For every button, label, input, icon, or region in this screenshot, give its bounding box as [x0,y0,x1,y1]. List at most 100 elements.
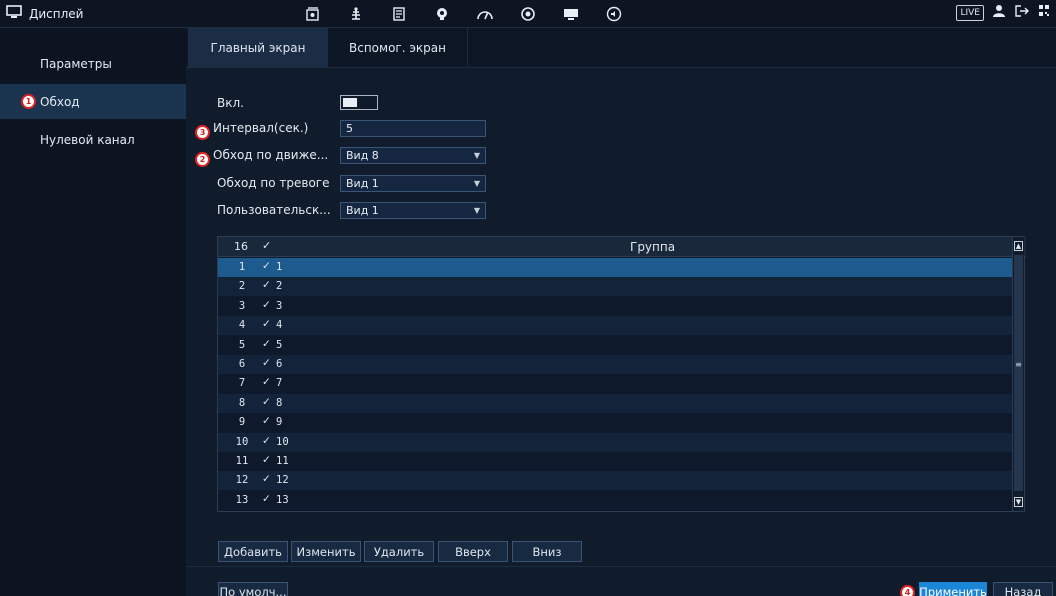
custom-select[interactable]: Вид 1 ▼ [340,202,486,219]
interval-input[interactable]: 5 [340,120,486,137]
motion-select[interactable]: Вид 8 ▼ [340,147,486,164]
sidebar-item-zero-channel[interactable]: Нулевой канал [0,122,186,157]
main-panel: Главный экран Вспомог. экран Вкл. 3 Интер… [186,28,1056,596]
window-title: Дисплей [6,5,83,22]
row-checkbox[interactable]: ✓ [262,279,271,291]
delete-button[interactable]: Удалить [364,541,434,562]
sidebar-item-parameters[interactable]: Параметры [0,46,186,81]
logout-icon[interactable] [1014,4,1030,21]
row-number: 8 [238,396,246,409]
scroll-thumb[interactable] [1014,255,1023,491]
top-right-tools: LIVE [956,4,1050,21]
chevron-down-icon: ▼ [473,206,480,215]
row-number: 1 [238,261,246,273]
camera-icon[interactable] [303,4,323,24]
row-channel: 3 [276,299,283,312]
performance-icon[interactable] [475,4,495,24]
move-up-button[interactable]: Вверх [438,541,508,562]
motion-row-label: 2 Обход по движе... [195,148,328,167]
alarm-select-value: Вид 1 [346,177,379,190]
table-row[interactable]: 13 ✓ 13 [218,491,1014,510]
system-icon[interactable] [432,4,452,24]
apply-button[interactable]: Применить [919,582,987,596]
tab-main-screen[interactable]: Главный экран [188,28,328,68]
scroll-up-icon[interactable]: ▲ [1014,241,1023,251]
scroll-grip-icon: ≡ [1015,360,1022,369]
table-row[interactable]: 4 ✓ 4 [218,316,1014,336]
edit-button[interactable]: Изменить [291,541,361,562]
alarm-label: Обход по тревоге [217,176,330,190]
group-table: 16 ✓ Группа 1 ✓ 1 2 ✓ 2 3 ✓ 3 4 ✓ 4 5 ✓ 5 6 ✓ 6 7 ✓ 7 8 ✓ 8 9 ✓ 9 1… [217,236,1026,512]
add-button[interactable]: Добавить [218,541,288,562]
chevron-down-icon: ▼ [473,151,480,160]
table-row[interactable]: 9 ✓ 9 [218,413,1014,432]
chevron-down-icon: ▼ [473,179,480,188]
row-checkbox[interactable]: ✓ [262,493,271,505]
row-channel: 7 [276,377,283,390]
sidebar-item-tour[interactable]: 1 Обход [0,84,186,119]
sidebar-item-label: Обход [40,94,80,109]
motion-select-value: Вид 8 [346,149,379,162]
table-row[interactable]: 5 ✓ 5 [218,336,1014,355]
row-channel: 5 [276,338,283,351]
tab-bar: Главный экран Вспомог. экран [186,28,1056,68]
row-channel: 4 [276,319,283,332]
audio-icon[interactable] [604,4,624,24]
user-icon[interactable] [992,4,1006,21]
row-number: 2 [238,280,246,293]
table-row[interactable]: 7 ✓ 7 [218,374,1014,393]
alarm-select[interactable]: Вид 1 ▼ [340,175,486,192]
interval-label: Интервал(сек.) [213,121,309,135]
sidebar: Параметры 1 Обход Нулевой канал [0,28,186,596]
table-row[interactable]: 3 ✓ 3 [218,297,1014,316]
toggle-knob [343,98,357,107]
scroll-down-icon[interactable]: ▼ [1014,497,1023,507]
table-row[interactable]: 12 ✓ 12 [218,471,1014,491]
table-row[interactable]: 8 ✓ 8 [218,393,1014,413]
table-row[interactable]: 10 ✓ 10 [218,432,1014,452]
header-group: Группа [630,240,676,254]
row-checkbox[interactable]: ✓ [262,415,271,427]
live-button[interactable]: LIVE [956,4,984,21]
apply-callout: 4 [900,584,915,596]
row-channel: 8 [276,396,283,409]
maintenance-icon[interactable] [518,4,538,24]
row-checkbox[interactable]: ✓ [262,338,271,350]
table-scrollbar[interactable]: ▲ ≡ ▼ [1012,237,1024,511]
row-channel: 13 [276,493,289,506]
row-checkbox[interactable]: ✓ [262,435,271,447]
table-row[interactable]: 2 ✓ 2 [218,277,1014,297]
row-checkbox[interactable]: ✓ [262,299,271,311]
header-select-all-checkbox[interactable]: ✓ [262,239,271,252]
move-down-button[interactable]: Вниз [512,541,582,562]
callout-badge: 3 [195,125,210,140]
row-channel: 11 [276,455,289,467]
row-checkbox[interactable]: ✓ [262,454,271,466]
row-checkbox[interactable]: ✓ [262,473,271,485]
motion-label: Обход по движе... [213,148,329,162]
table-row[interactable]: 1 ✓ 1 [218,258,1014,277]
row-checkbox[interactable]: ✓ [262,396,271,408]
back-button[interactable]: Назад [993,582,1053,596]
row-checkbox[interactable]: ✓ [262,376,271,388]
custom-select-value: Вид 1 [346,204,379,217]
row-checkbox[interactable]: ✓ [262,260,271,272]
qr-icon[interactable] [1038,4,1050,21]
table-row[interactable]: 11 ✓ 11 [218,452,1014,471]
default-button[interactable]: По умолч... [218,582,288,596]
row-number: 7 [238,377,246,390]
row-checkbox[interactable]: ✓ [262,318,271,330]
footer-divider [186,566,1056,567]
row-channel: 1 [276,261,283,273]
enable-toggle[interactable] [340,95,378,110]
row-number: 3 [238,299,246,312]
display-settings-icon[interactable] [561,4,581,24]
network-icon[interactable] [346,4,366,24]
table-row[interactable]: 6 ✓ 6 [218,355,1014,374]
enable-label: Вкл. [217,96,244,110]
row-channel: 2 [276,280,283,293]
tab-aux-screen[interactable]: Вспомог. экран [328,28,468,68]
storage-icon[interactable] [389,4,409,24]
row-checkbox[interactable]: ✓ [262,357,271,369]
top-bar: Дисплей LIVE [0,0,1056,28]
